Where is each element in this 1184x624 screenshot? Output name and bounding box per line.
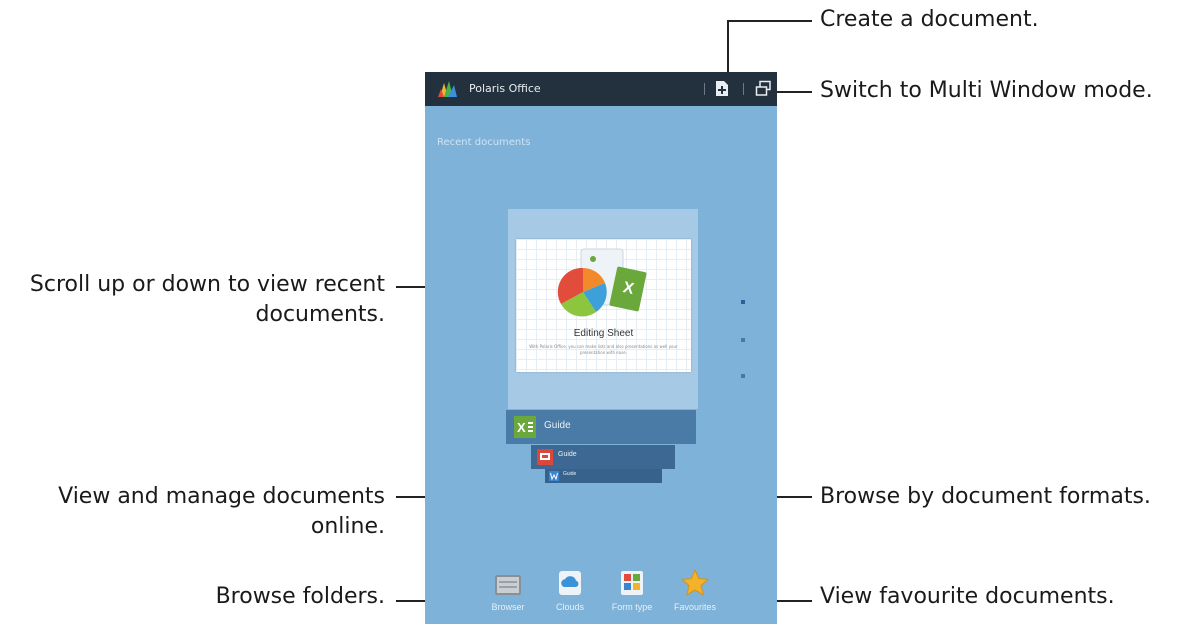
powerpoint-file-icon [537, 449, 553, 465]
leader-create-h [727, 20, 812, 22]
nav-browser-label: Browser [491, 602, 525, 612]
callout-online: View and manage documents online. [0, 482, 385, 542]
nav-form-type[interactable]: Form type [602, 564, 662, 624]
callout-scroll-line2: documents. [255, 302, 385, 327]
recent-document-item[interactable]: Guide [545, 469, 662, 483]
bottom-navigation: Browser Clouds Form type Favourites [425, 564, 777, 624]
page-indicator-dot [741, 338, 745, 342]
device-screen: Polaris Office Recent documents X Editin [425, 72, 777, 624]
preview-heading: Editing Sheet [573, 328, 634, 339]
callout-online-line1: View and manage documents [58, 484, 385, 509]
sheet-illustration: X [557, 248, 647, 317]
nav-clouds[interactable]: Clouds [540, 564, 600, 624]
nav-clouds-label: Clouds [555, 602, 584, 612]
document-name: Guide [563, 471, 577, 477]
cloud-icon [559, 571, 581, 595]
recent-documents-title: Recent documents [437, 137, 531, 148]
callout-formats: Browse by document formats. [820, 484, 1151, 509]
recent-document-preview[interactable]: X Editing Sheet With Polaris Office, you… [516, 239, 691, 372]
action-divider [704, 83, 705, 95]
app-title: Polaris Office [469, 82, 541, 95]
callout-create-document: Create a document. [820, 7, 1039, 32]
callout-scroll-line1: Scroll up or down to view recent [29, 272, 385, 297]
preview-body-text: With Polaris Office, you can make lists … [529, 344, 678, 355]
new-document-icon[interactable] [715, 80, 729, 97]
action-divider [743, 83, 744, 95]
nav-browser[interactable]: Browser [478, 564, 538, 624]
nav-form-type-label: Form type [611, 602, 653, 612]
svg-text:X: X [517, 420, 526, 435]
document-name: Guide [558, 451, 577, 458]
recent-document-item[interactable]: X Guide [506, 410, 696, 444]
page-indicator-dot [741, 374, 745, 378]
nav-favourites-label: Favourites [673, 602, 717, 612]
word-file-icon [549, 471, 559, 481]
callout-scroll-recent: Scroll up or down to view recent documen… [0, 270, 385, 330]
page-indicator-dot [741, 300, 745, 304]
document-name: Guide [544, 420, 571, 431]
excel-file-icon: X [514, 416, 536, 438]
multi-window-icon[interactable] [755, 80, 772, 97]
callout-online-line2: online. [310, 514, 385, 539]
nav-favourites[interactable]: Favourites [665, 564, 725, 624]
callout-favourites: View favourite documents. [820, 584, 1115, 609]
leader-multi [775, 91, 812, 93]
polaris-logo-icon [438, 81, 457, 97]
star-icon [680, 568, 710, 596]
folder-icon [495, 575, 521, 595]
formats-icon [621, 571, 643, 595]
recent-document-item[interactable]: Guide [531, 445, 675, 469]
action-bar: Polaris Office [425, 72, 777, 106]
callout-multi-window: Switch to Multi Window mode. [820, 78, 1153, 103]
callout-folders: Browse folders. [215, 584, 385, 609]
leader-create [727, 20, 729, 74]
